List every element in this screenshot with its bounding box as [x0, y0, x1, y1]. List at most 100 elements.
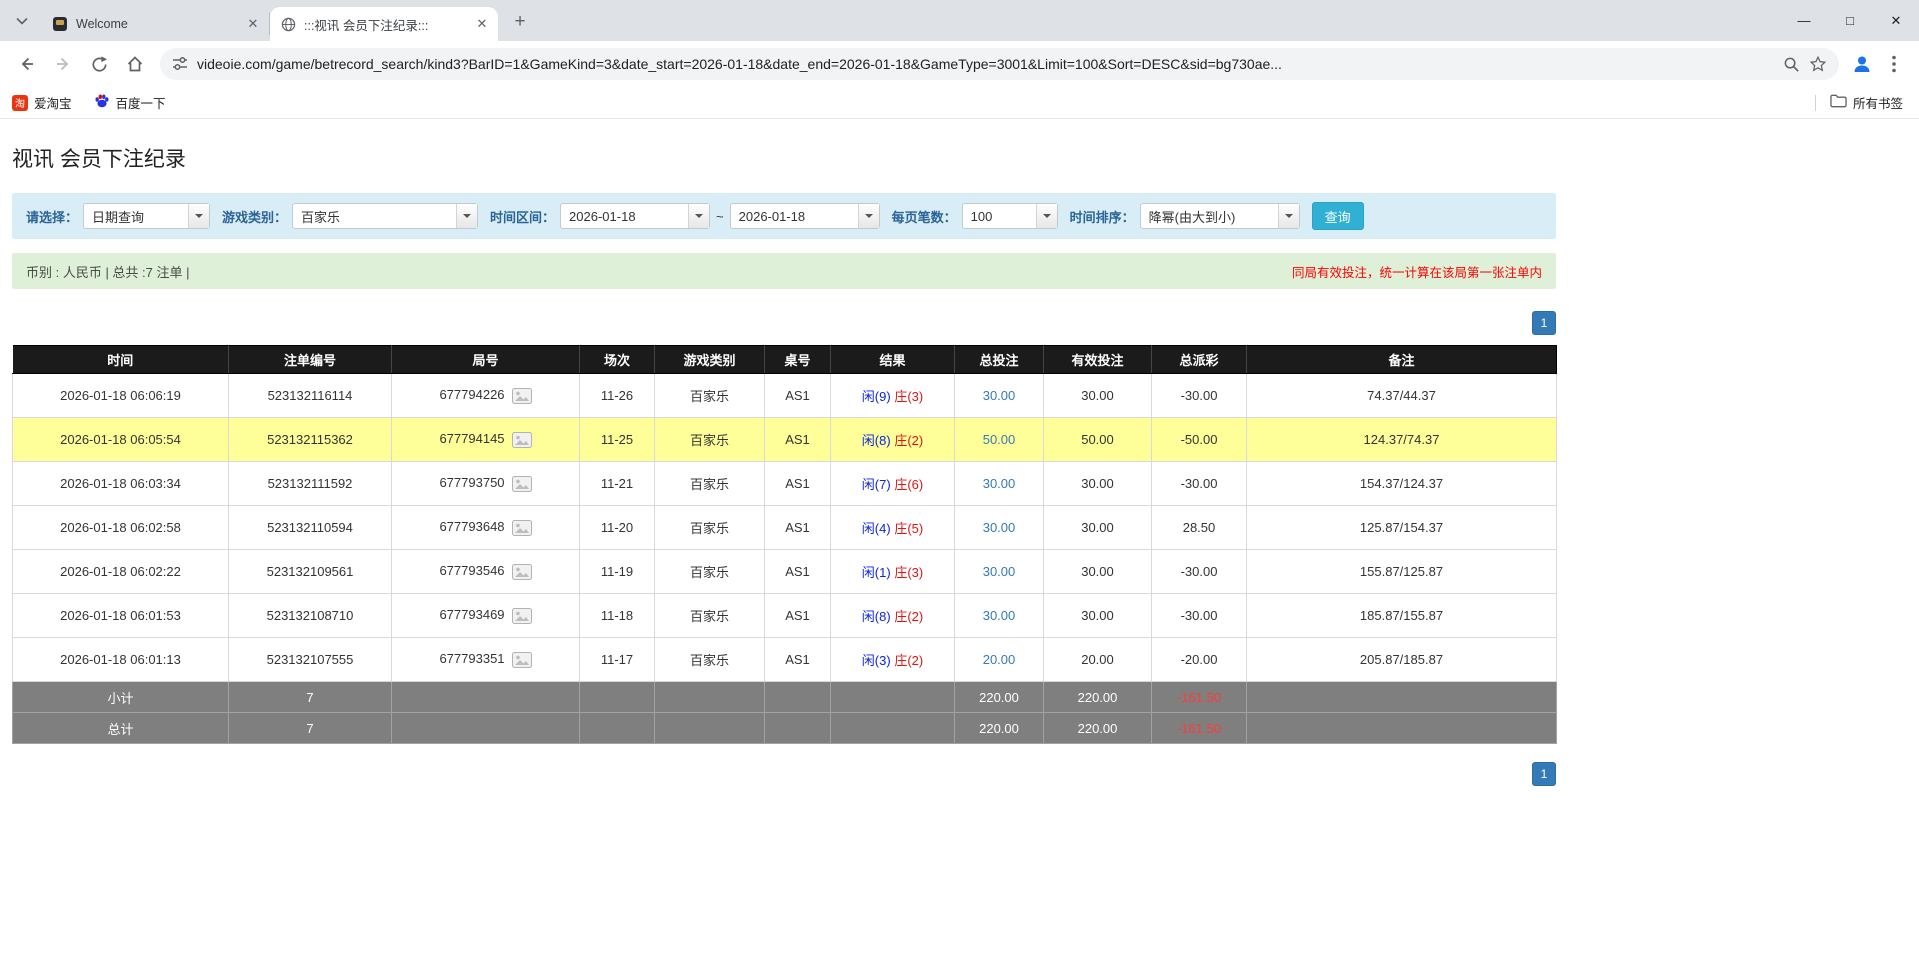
- table-row: 2026-01-18 06:01:13 523132107555 6777933…: [13, 638, 1557, 682]
- cell-bet-id: 523132115362: [229, 418, 392, 462]
- round-result-image-icon[interactable]: [512, 652, 532, 668]
- total-bet-link[interactable]: 30.00: [983, 564, 1016, 579]
- bookmark-label: 百度一下: [116, 93, 166, 112]
- pagination-top: 1: [12, 311, 1556, 335]
- cell-time: 2026-01-18 06:05:54: [13, 418, 229, 462]
- tab-search-chevron-icon[interactable]: [8, 7, 36, 35]
- cell-total-bet: 30.00: [955, 594, 1044, 638]
- pagination-bottom: 1: [12, 762, 1556, 786]
- round-result-image-icon[interactable]: [512, 520, 532, 536]
- cell-note: 154.37/124.37: [1247, 462, 1557, 506]
- page-number-button[interactable]: 1: [1532, 762, 1556, 786]
- bookmark-baidu[interactable]: 百度一下: [94, 93, 166, 112]
- round-result-image-icon[interactable]: [512, 564, 532, 580]
- column-header: 结果: [831, 346, 955, 374]
- result-banker: 庄(2): [894, 433, 923, 448]
- back-button[interactable]: [10, 47, 44, 81]
- game-kind-select[interactable]: 百家乐: [292, 203, 478, 229]
- cell-session: 11-17: [580, 638, 655, 682]
- per-page-select[interactable]: 100: [962, 203, 1058, 229]
- tab-betrecord-favicon-globe-icon: [280, 16, 296, 32]
- query-type-select[interactable]: 日期查询: [83, 203, 210, 229]
- total-bet-link[interactable]: 30.00: [983, 608, 1016, 623]
- zoom-icon[interactable]: [1783, 56, 1800, 73]
- round-result-image-icon[interactable]: [512, 432, 532, 448]
- cell-game-kind: 百家乐: [655, 594, 765, 638]
- cell-table-number: AS1: [765, 462, 831, 506]
- bookmarks-divider: [1815, 95, 1816, 111]
- total-bet-link[interactable]: 30.00: [983, 520, 1016, 535]
- total-bet-link[interactable]: 50.00: [983, 432, 1016, 447]
- cell-result: 闲(1) 庄(3): [831, 550, 955, 594]
- tab-close-icon[interactable]: ✕: [245, 16, 261, 32]
- result-player: 闲(1): [862, 565, 891, 580]
- cell-result: 闲(8) 庄(2): [831, 594, 955, 638]
- tab-betrecord[interactable]: :::视讯 会员下注纪录::: ✕: [270, 7, 498, 41]
- all-bookmarks-button[interactable]: 所有书签: [1830, 93, 1903, 112]
- home-button[interactable]: [118, 47, 152, 81]
- cell-payout: -30.00: [1152, 550, 1247, 594]
- result-player: 闲(3): [862, 653, 891, 668]
- total-bet-link[interactable]: 30.00: [983, 388, 1016, 403]
- cell-note: 125.87/154.37: [1247, 506, 1557, 550]
- round-result-image-icon[interactable]: [512, 476, 532, 492]
- footer-empty-cell: [392, 713, 580, 744]
- table-row: 2026-01-18 06:03:34 523132111592 6777937…: [13, 462, 1557, 506]
- forward-button[interactable]: [46, 47, 80, 81]
- cell-valid-bet: 30.00: [1044, 594, 1152, 638]
- column-header: 总派彩: [1152, 346, 1247, 374]
- date-start-input[interactable]: 2026-01-18: [560, 203, 710, 229]
- time-sort-select[interactable]: 降幂(由大到小): [1140, 203, 1300, 229]
- window-close-button[interactable]: ✕: [1873, 0, 1919, 41]
- total-valid-bet: 220.00: [1044, 713, 1152, 744]
- cell-valid-bet: 30.00: [1044, 506, 1152, 550]
- site-info-icon[interactable]: [172, 56, 188, 72]
- table-row: 2026-01-18 06:05:54 523132115362 6777941…: [13, 418, 1557, 462]
- url-text[interactable]: videoie.com/game/betrecord_search/kind3?…: [197, 56, 1774, 72]
- profile-avatar-icon[interactable]: [1847, 49, 1877, 79]
- cell-total-bet: 30.00: [955, 462, 1044, 506]
- chevron-down-icon: [688, 204, 709, 228]
- column-header: 备注: [1247, 346, 1557, 374]
- round-result-image-icon[interactable]: [512, 388, 532, 404]
- tab-close-icon[interactable]: ✕: [474, 16, 490, 32]
- new-tab-button[interactable]: +: [506, 7, 534, 35]
- total-count: 7: [229, 713, 392, 744]
- tab-welcome[interactable]: Welcome ✕: [42, 13, 270, 35]
- bookmark-star-icon[interactable]: [1809, 55, 1827, 73]
- browser-menu-icon[interactable]: [1879, 49, 1909, 79]
- per-page-label: 每页笔数：: [892, 207, 957, 226]
- subtotal-valid-bet: 220.00: [1044, 682, 1152, 713]
- bookmark-taobao[interactable]: 淘 爱淘宝: [12, 93, 72, 112]
- cell-session: 11-21: [580, 462, 655, 506]
- total-bet-link[interactable]: 30.00: [983, 476, 1016, 491]
- cell-total-bet: 30.00: [955, 374, 1044, 418]
- reload-button[interactable]: [82, 47, 116, 81]
- search-button[interactable]: 查询: [1312, 202, 1364, 230]
- bookmark-label: 爱淘宝: [34, 93, 72, 112]
- table-row: 2026-01-18 06:02:22 523132109561 6777935…: [13, 550, 1557, 594]
- cell-session: 11-25: [580, 418, 655, 462]
- cell-result: 闲(7) 庄(6): [831, 462, 955, 506]
- window-maximize-button[interactable]: □: [1827, 0, 1873, 41]
- cell-game-kind: 百家乐: [655, 418, 765, 462]
- table-header-row: 时间注单编号局号场次游戏类别桌号结果总投注有效投注总派彩备注: [13, 346, 1557, 374]
- date-end-input[interactable]: 2026-01-18: [730, 203, 880, 229]
- cell-time: 2026-01-18 06:03:34: [13, 462, 229, 506]
- window-minimize-button[interactable]: —: [1781, 0, 1827, 41]
- cell-table-number: AS1: [765, 638, 831, 682]
- baidu-paw-icon: [94, 93, 110, 112]
- cell-round: 677793648: [392, 506, 580, 550]
- footer-empty-cell: [580, 713, 655, 744]
- round-result-image-icon[interactable]: [512, 608, 532, 624]
- address-bar[interactable]: videoie.com/game/betrecord_search/kind3?…: [160, 48, 1839, 80]
- round-number: 677793469: [439, 607, 504, 622]
- page-number-button[interactable]: 1: [1532, 311, 1556, 335]
- result-banker: 庄(3): [894, 389, 923, 404]
- total-bet-link[interactable]: 20.00: [983, 652, 1016, 667]
- browser-toolbar: videoie.com/game/betrecord_search/kind3?…: [0, 41, 1919, 87]
- cell-game-kind: 百家乐: [655, 506, 765, 550]
- footer-empty-cell: [765, 713, 831, 744]
- result-player: 闲(7): [862, 477, 891, 492]
- result-player: 闲(8): [862, 609, 891, 624]
